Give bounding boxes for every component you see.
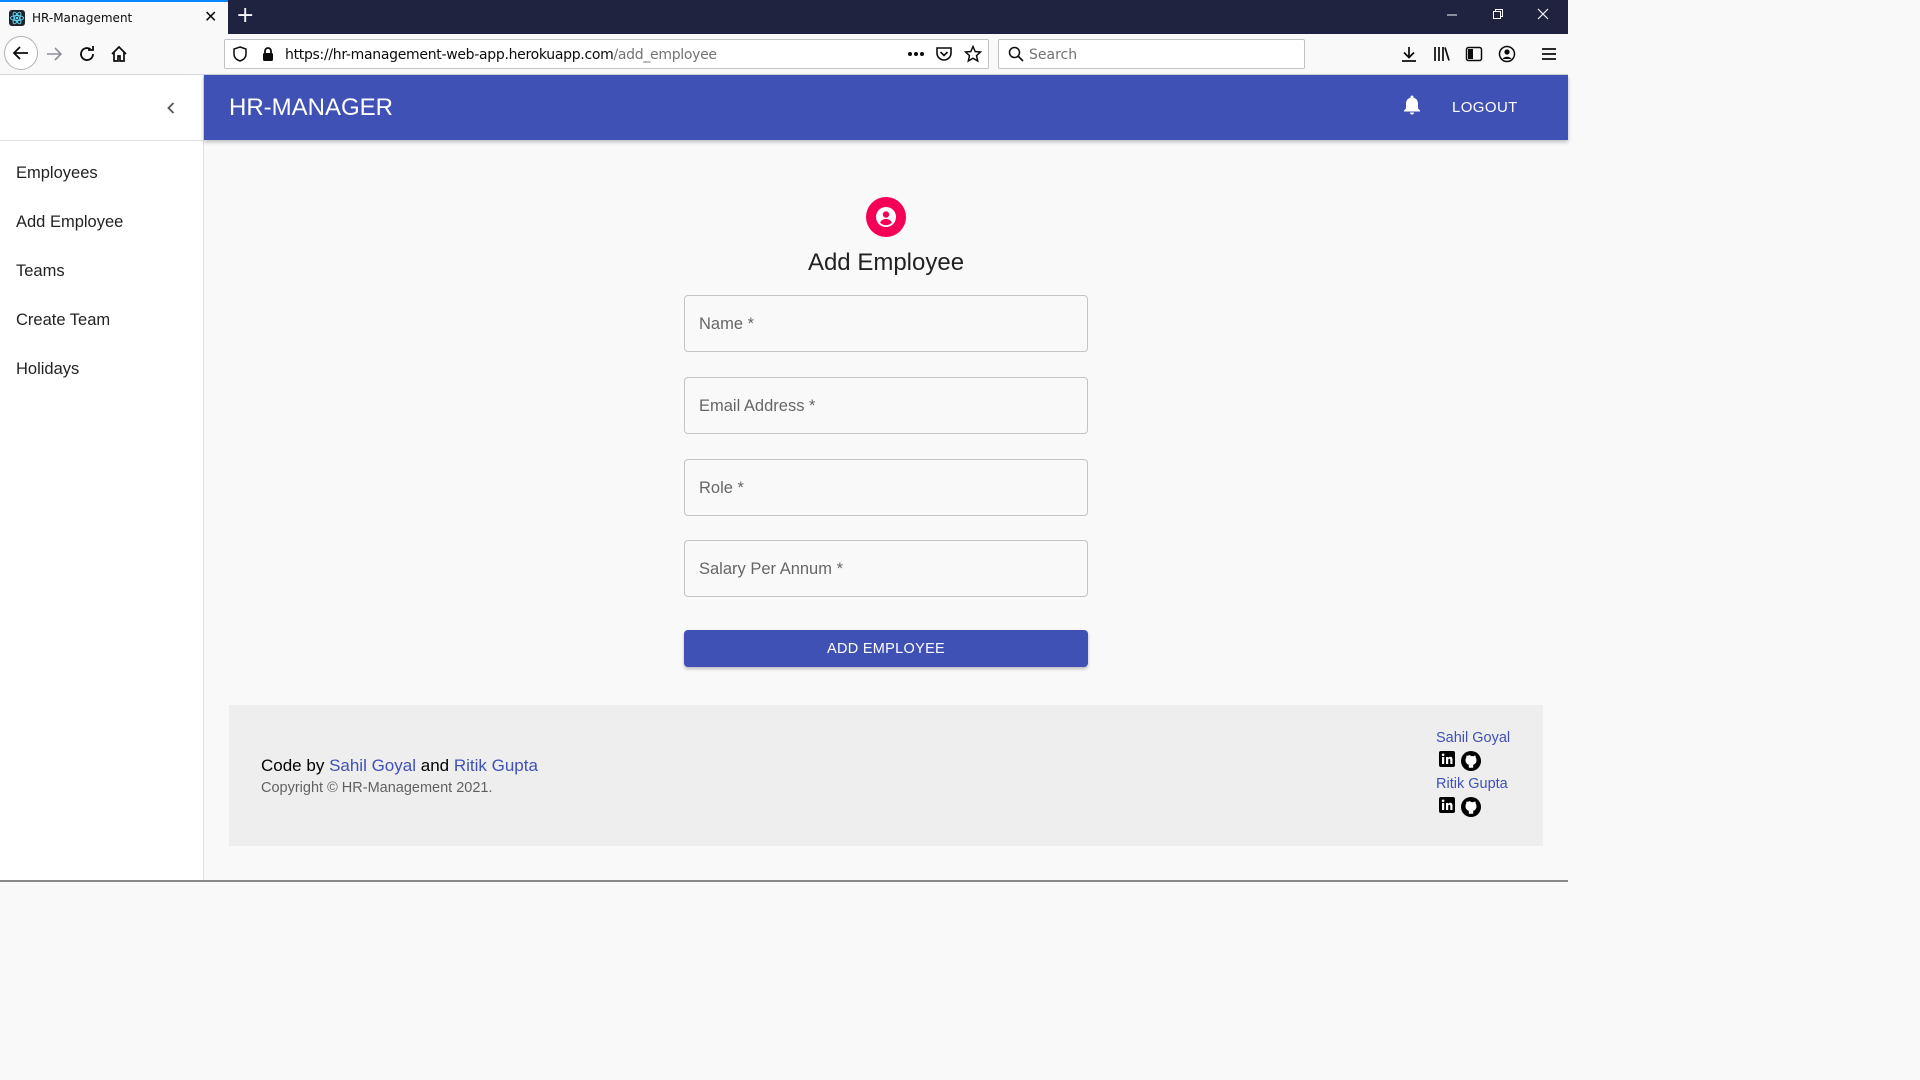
profile-icons-ritik [1436,796,1526,822]
browser-tabbar: HR-Management ✕ + [0,0,1568,34]
logout-button[interactable]: LOGOUT [1452,99,1518,116]
profile-icons-sahil [1436,750,1526,776]
minimize-icon[interactable] [1446,8,1458,24]
sidebar-item-label: Create Team [16,311,111,329]
github-icon[interactable] [1460,750,1482,777]
shield-icon[interactable] [229,43,251,65]
form-title: Add Employee [807,249,965,276]
copyright-text: Copyright © HR-Management 2021. [261,780,493,796]
bookmark-star-icon[interactable] [962,43,984,65]
sidebar-item-teams[interactable]: Teams [0,247,203,296]
back-arrow-icon [12,46,28,60]
footer-profile-links: Sahil Goyal Ritik Gupta [1436,730,1526,822]
role-field-label: Role * [699,479,744,497]
downloads-icon[interactable] [1398,43,1420,65]
chevron-left-icon[interactable] [160,97,182,119]
new-tab-icon[interactable]: + [236,5,254,27]
browser-tab[interactable]: HR-Management ✕ [0,0,228,34]
sidebar-item-employees[interactable]: Employees [0,149,203,198]
sidebar-header [0,75,203,141]
tab-title: HR-Management [32,11,133,25]
url-path: /add_employee [613,47,717,63]
sidebar-item-holidays[interactable]: Holidays [0,345,203,394]
author-link-sahil[interactable]: Sahil Goyal [329,756,416,775]
add-employee-button[interactable]: ADD EMPLOYEE [684,630,1088,667]
search-icon [1005,43,1027,65]
role-field[interactable]: Role * [684,459,1088,516]
app-title: HR-MANAGER [229,94,394,121]
sidebar-item-label: Holidays [16,360,80,378]
sidebar-item-add-employee[interactable]: Add Employee [0,198,203,247]
lock-icon[interactable] [257,43,279,65]
salary-field-label: Salary Per Annum * [699,560,843,578]
restore-icon[interactable] [1492,8,1504,24]
reload-icon[interactable] [76,43,98,65]
back-button[interactable] [4,36,38,70]
url-bar[interactable]: https://hr-management-web-app.herokuapp.… [224,39,989,69]
taskbar-edge [0,880,1568,882]
email-field-label: Email Address * [699,397,816,415]
search-input[interactable]: Search [1029,47,1077,63]
account-circle-icon [866,197,906,237]
sidebar-nav: Employees Add Employee Teams Create Team… [0,141,203,394]
forward-arrow-icon[interactable] [43,43,65,65]
search-bar[interactable]: Search [998,39,1305,69]
credit-line: Code by Sahil Goyal and Ritik Gupta [261,756,538,776]
pocket-icon[interactable] [933,43,955,65]
account-icon[interactable] [1496,43,1518,65]
home-icon[interactable] [108,43,130,65]
sidebar-item-label: Employees [16,164,98,182]
profile-name-sahil[interactable]: Sahil Goyal [1436,730,1526,750]
close-window-icon[interactable] [1537,8,1549,24]
menu-icon[interactable] [1538,43,1560,65]
and-text: and [420,756,450,775]
library-icon[interactable] [1431,43,1453,65]
name-field-label: Name * [699,315,755,333]
browser-navbar: https://hr-management-web-app.herokuapp.… [0,34,1568,75]
react-favicon-icon [9,10,25,26]
footer: Code by Sahil Goyal and Ritik Gupta Copy… [229,705,1543,846]
name-field[interactable]: Name * [684,295,1088,352]
code-by-text: Code by [261,756,325,775]
salary-field[interactable]: Salary Per Annum * [684,540,1088,597]
github-icon[interactable] [1460,796,1482,823]
close-tab-icon[interactable]: ✕ [204,9,217,25]
linkedin-icon[interactable] [1438,796,1456,819]
more-actions-icon[interactable] [905,43,927,65]
email-field[interactable]: Email Address * [684,377,1088,434]
app-header: HR-MANAGER LOGOUT [204,75,1568,140]
sidebar-item-label: Add Employee [16,213,124,231]
sidebar-item-create-team[interactable]: Create Team [0,296,203,345]
url-host: https://hr-management-web-app.herokuapp.… [285,47,614,63]
bell-icon[interactable] [1402,94,1422,116]
author-link-ritik[interactable]: Ritik Gupta [454,756,538,775]
linkedin-icon[interactable] [1438,750,1456,773]
profile-name-ritik[interactable]: Ritik Gupta [1436,776,1526,796]
url-text: https://hr-management-web-app.herokuapp.… [285,47,717,63]
sidebar: Employees Add Employee Teams Create Team… [0,75,204,882]
sidebar-toggle-icon[interactable] [1463,43,1485,65]
sidebar-item-label: Teams [16,262,65,280]
